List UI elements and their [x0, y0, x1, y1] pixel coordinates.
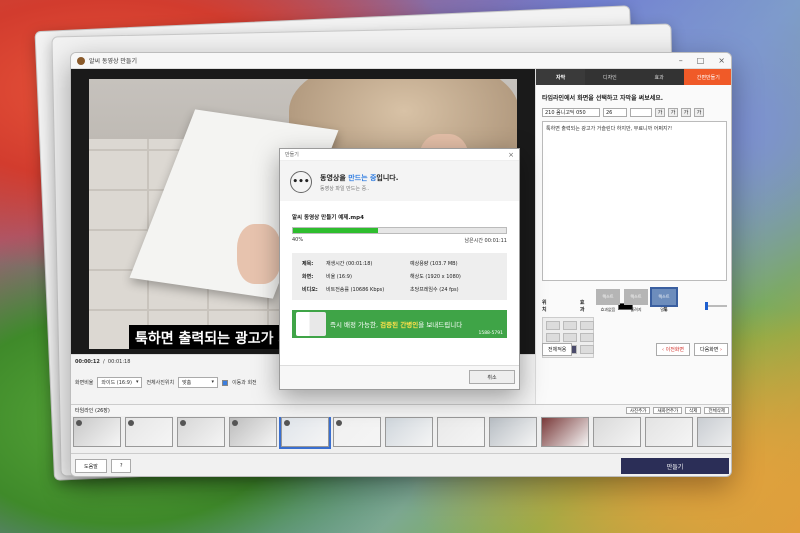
font-select[interactable]: 210 옴니고딕 050 [542, 108, 600, 117]
subtitle-marker-icon [336, 420, 342, 426]
timeline-thumbnail[interactable] [73, 417, 121, 447]
shadow-button[interactable]: 가 [694, 108, 704, 117]
timeline-thumbnail[interactable] [125, 417, 173, 447]
status-text: 동영상을 만드는 중입니다. [320, 173, 399, 182]
italic-button[interactable]: 가 [668, 108, 678, 117]
minimize-icon[interactable]: – [679, 56, 683, 65]
ad-banner[interactable]: 즉시 배정 가능한, 검증된 간병인을 보내드립니다 1588-5791 [292, 310, 507, 338]
panel-heading: 타임라인에서 화면을 선택하고 자막을 써보세요. [542, 95, 664, 102]
chevron-right-icon: › [718, 346, 722, 353]
make-button[interactable]: 만들기 [621, 458, 729, 474]
progress-percent: 40% [292, 237, 304, 243]
timeline-thumbnail[interactable] [697, 417, 731, 447]
subtitle-marker-icon [180, 420, 186, 426]
dialog-title: 만들기 [285, 152, 299, 158]
loading-icon: ••• [290, 171, 312, 193]
timeline-thumbnail[interactable] [437, 417, 485, 447]
next-screen-button[interactable]: 다음화면 › [694, 343, 728, 356]
text-color-picker[interactable] [630, 108, 652, 117]
effect-label: 효과 [579, 300, 585, 313]
timeline-strip [73, 417, 731, 449]
ratio-label: 화면비율 [75, 380, 94, 386]
add-photo-button[interactable]: 사진추가 [625, 407, 651, 414]
tab-design[interactable]: 디자인 [585, 69, 634, 85]
timeline-thumbnail[interactable] [645, 417, 693, 447]
tab-effect[interactable]: 효과 [635, 69, 684, 85]
subtitle-marker-icon [128, 420, 134, 426]
effect-outline[interactable]: 텍스트 흘려지 [624, 289, 648, 315]
question-button[interactable]: ? [110, 459, 132, 473]
opacity-slider[interactable] [704, 302, 727, 310]
dialog-close-icon[interactable]: × [508, 151, 514, 159]
subtitle-panel: 자막 디자인 효과 간편만들기 타임라인에서 화면을 선택하고 자막을 써보세요… [535, 69, 731, 404]
font-size-select[interactable]: 26 [603, 108, 627, 117]
bold-button[interactable]: 가 [655, 108, 665, 117]
underline-button[interactable]: 가 [681, 108, 691, 117]
subtitle-marker-icon [284, 420, 290, 426]
timeline-thumbnail[interactable] [489, 417, 537, 447]
preview-subtitle: 툭하면 출력되는 광고가 거 [129, 325, 298, 349]
simple-make-button[interactable]: 간편만들기 [683, 69, 731, 85]
output-filename: 알씨 동영상 만들기 예제.mp4 [292, 215, 364, 221]
timeline-thumbnail[interactable] [177, 417, 225, 447]
ad-phone: 1588-5791 [478, 331, 503, 336]
remaining-time: 남은시간 00:01:11 [464, 238, 507, 244]
position-cell[interactable] [563, 333, 577, 342]
maximize-icon[interactable]: □ [697, 56, 705, 65]
app-logo-icon [77, 56, 85, 65]
tab-subtitle[interactable]: 자막 [536, 69, 586, 85]
subtitle-marker-icon [232, 420, 238, 426]
delete-all-button[interactable]: 전체삭제 [704, 407, 729, 414]
position-cell[interactable] [580, 321, 594, 330]
delete-button[interactable]: 삭제 [685, 407, 702, 414]
help-button[interactable]: 도움말 [75, 459, 107, 473]
timeline-label: 타임라인 (26장) [75, 408, 110, 414]
position-cell[interactable] [563, 321, 577, 330]
position-cell[interactable] [546, 321, 560, 330]
subtitle-textarea[interactable]: 툭하면 출력되는 광고가 거슬린다 하지만, 무료니까 어쩌지?! [542, 121, 727, 281]
subtitle-marker-icon [76, 420, 82, 426]
add-screen-button[interactable]: 새화면추가 [653, 407, 683, 414]
cancel-button[interactable]: 취소 [469, 370, 515, 384]
ratio-select[interactable]: 와이드 (16:9) ▾ [97, 377, 143, 388]
status-subtext: 동영상 파일 만드는 중.. [320, 185, 370, 192]
progress-bar [292, 227, 507, 234]
timeline-thumbnail[interactable] [541, 417, 589, 447]
timeline-header: 타임라인 (26장) 사진추가 새화면추가 삭제 전체삭제 [71, 404, 731, 416]
title-bar: 알씨 동영상 만들기 – □ × [71, 53, 731, 69]
video-info: 제목: 재생시간 (00:01:18) 예상용량 (103.7 MB) 화면: 비율 … [292, 253, 507, 300]
timeline-thumbnail[interactable] [385, 417, 433, 447]
total-time: 00:01:18 [107, 359, 131, 365]
timeline-thumbnail[interactable] [333, 417, 381, 447]
position-cell[interactable] [546, 333, 560, 342]
timeline-thumbnail[interactable] [279, 417, 331, 449]
effect-box[interactable]: 텍스트 말풍 [650, 287, 678, 315]
ad-image [296, 312, 326, 336]
position-label: 위치 [542, 300, 547, 313]
chevron-down-icon: ▾ [135, 379, 139, 385]
effect-none[interactable]: 텍스트 효과없음 [596, 289, 620, 315]
close-icon[interactable]: × [718, 56, 725, 65]
prev-screen-button[interactable]: ‹ 이전화면 [656, 343, 690, 356]
apply-all-button[interactable]: 전체적용 [542, 343, 573, 356]
make-progress-dialog: 만들기 × ••• 동영상을 만드는 중입니다. 동영상 파일 만드는 중.. … [279, 148, 520, 390]
current-time: 00:00:12 [75, 359, 100, 365]
window-title: 알씨 동영상 만들기 [89, 58, 137, 65]
timeline-thumbnail[interactable] [229, 417, 277, 447]
bottom-bar: 도움말 ? 만들기 [71, 453, 731, 476]
fit-label: 전체사진위치 [146, 380, 175, 386]
position-cell[interactable] [580, 333, 594, 342]
fit-select[interactable]: 맞춤 ▾ [178, 377, 219, 388]
motion-checkbox-label: 이동과 회전 [232, 380, 257, 386]
motion-checkbox[interactable] [222, 379, 229, 386]
chevron-down-icon: ▾ [211, 379, 215, 385]
timeline-thumbnail[interactable] [593, 417, 641, 447]
